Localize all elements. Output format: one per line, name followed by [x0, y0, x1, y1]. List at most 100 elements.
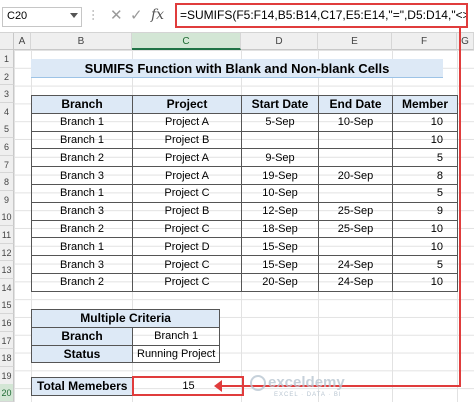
table-cell[interactable]: 20-Sep — [241, 272, 319, 292]
row-header-16[interactable]: 16 — [0, 314, 14, 332]
table-cell[interactable]: 24-Sep — [318, 255, 393, 274]
table-cell[interactable]: Project A — [132, 112, 242, 132]
column-header-e[interactable]: E — [318, 33, 392, 50]
table-cell[interactable]: Branch 1 — [31, 112, 133, 132]
table-cell[interactable]: 10 — [392, 112, 458, 132]
table-cell[interactable]: 9-Sep — [241, 148, 319, 168]
table-cell[interactable]: 8 — [392, 166, 458, 185]
row-header-12[interactable]: 12 — [0, 243, 14, 262]
row-header-4[interactable]: 4 — [0, 102, 14, 121]
column-header-c[interactable]: C — [132, 33, 241, 50]
table-cell[interactable]: 18-Sep — [241, 219, 319, 239]
table-cell[interactable]: Branch 3 — [31, 255, 133, 274]
row-header-13[interactable]: 13 — [0, 261, 14, 279]
table-cell[interactable]: Branch 1 — [31, 183, 133, 203]
table-cell[interactable] — [318, 183, 393, 203]
table-row: Branch 2 Project C 18-Sep 25-Sep 10 — [31, 219, 458, 239]
table-cell[interactable]: Project C — [132, 219, 242, 239]
enter-icon[interactable]: ✓ — [130, 6, 143, 24]
table-cell[interactable]: Project B — [132, 201, 242, 221]
watermark-tagline: EXCEL · DATA · BI — [274, 392, 342, 398]
table-cell[interactable]: 5 — [392, 148, 458, 168]
row-header-11[interactable]: 11 — [0, 226, 14, 244]
criteria-status-label[interactable]: Status — [31, 344, 133, 364]
table-cell[interactable]: Project D — [132, 237, 242, 257]
table-cell[interactable]: 25-Sep — [318, 201, 393, 221]
table-row: Branch 1 Project B 10 — [31, 130, 458, 150]
table-cell[interactable]: 10 — [392, 219, 458, 239]
table-cell[interactable]: 15-Sep — [241, 237, 319, 257]
name-box-dropdown-icon[interactable] — [70, 13, 78, 18]
row-header-6[interactable]: 6 — [0, 138, 14, 156]
row-header-1[interactable]: 1 — [0, 50, 14, 68]
column-header-d[interactable]: D — [241, 33, 318, 50]
criteria-branch-value[interactable]: Branch 1 — [131, 326, 221, 346]
table-cell[interactable]: Branch 2 — [31, 148, 133, 168]
table-cell[interactable]: Branch 3 — [31, 166, 133, 185]
header-start-date[interactable]: Start Date — [241, 95, 319, 114]
table-cell[interactable]: Project A — [132, 148, 242, 168]
header-branch[interactable]: Branch — [31, 95, 133, 114]
table-cell[interactable]: 25-Sep — [318, 219, 393, 239]
table-cell[interactable]: Project B — [132, 130, 242, 150]
table-cell[interactable]: 9 — [392, 201, 458, 221]
table-cell[interactable] — [241, 130, 319, 150]
table-cell[interactable]: 10-Sep — [318, 112, 393, 132]
table-cell[interactable] — [318, 237, 393, 257]
row-header-8[interactable]: 8 — [0, 173, 14, 191]
header-project[interactable]: Project — [132, 95, 242, 114]
row-header-7[interactable]: 7 — [0, 155, 14, 174]
row-header-10[interactable]: 10 — [0, 208, 14, 227]
cancel-icon[interactable]: ✕ — [110, 6, 123, 24]
table-cell[interactable]: Branch 1 — [31, 237, 133, 257]
table-cell[interactable]: Project C — [132, 255, 242, 274]
table-cell[interactable]: 19-Sep — [241, 166, 319, 185]
table-cell[interactable]: Project C — [132, 183, 242, 203]
formula-input[interactable]: =SUMIFS(F5:F14,B5:B14,C17,E5:E14,"=",D5:… — [175, 3, 468, 28]
header-member[interactable]: Member — [392, 95, 458, 114]
table-cell[interactable]: 10 — [392, 237, 458, 257]
row-header-5[interactable]: 5 — [0, 120, 14, 139]
total-label[interactable]: Total Memebers — [31, 376, 134, 396]
arrow-head-icon — [214, 380, 222, 392]
table-cell[interactable]: Branch 2 — [31, 272, 133, 292]
row-header-2[interactable]: 2 — [0, 67, 14, 86]
row-header-3[interactable]: 3 — [0, 85, 14, 103]
table-cell[interactable]: 10 — [392, 272, 458, 292]
table-cell[interactable]: 5-Sep — [241, 112, 319, 132]
header-end-date[interactable]: End Date — [318, 95, 393, 114]
formula-bar: C20 ··· ✕ ✓ fx =SUMIFS(F5:F14,B5:B14,C17… — [0, 0, 474, 33]
column-header-a[interactable]: A — [14, 33, 31, 50]
criteria-branch-label[interactable]: Branch — [31, 326, 133, 346]
table-cell[interactable]: Project C — [132, 272, 242, 292]
table-cell[interactable]: Branch 3 — [31, 201, 133, 221]
table-cell[interactable]: Branch 2 — [31, 219, 133, 239]
table-cell[interactable] — [318, 130, 393, 150]
table-cell[interactable]: Project A — [132, 166, 242, 185]
column-header-b[interactable]: B — [31, 33, 132, 50]
table-cell[interactable]: 10-Sep — [241, 183, 319, 203]
criteria-header[interactable]: Multiple Criteria — [30, 309, 221, 328]
column-header-f[interactable]: F — [392, 33, 457, 50]
row-header-15[interactable]: 15 — [0, 296, 14, 315]
select-all-corner[interactable] — [0, 33, 14, 50]
row-header-20[interactable]: 20 — [0, 384, 14, 402]
row-header-19[interactable]: 19 — [0, 366, 14, 385]
table-cell[interactable]: 20-Sep — [318, 166, 393, 185]
row-header-17[interactable]: 17 — [0, 331, 14, 350]
table-cell[interactable]: 5 — [392, 183, 458, 203]
table-cell[interactable]: 10 — [392, 130, 458, 150]
row-header-9[interactable]: 9 — [0, 190, 14, 209]
table-cell[interactable]: 12-Sep — [241, 201, 319, 221]
table-cell[interactable]: 24-Sep — [318, 272, 393, 292]
table-cell[interactable]: 5 — [392, 255, 458, 274]
table-cell[interactable] — [318, 148, 393, 168]
row-header-18[interactable]: 18 — [0, 349, 14, 367]
criteria-table: Multiple Criteria Branch Branch 1 Status… — [30, 309, 221, 364]
criteria-status-value[interactable]: Running Project — [131, 344, 221, 364]
row-header-14[interactable]: 14 — [0, 278, 14, 297]
table-cell[interactable]: Branch 1 — [31, 130, 133, 150]
table-cell[interactable]: 15-Sep — [241, 255, 319, 274]
insert-function-icon[interactable]: fx — [151, 7, 164, 23]
more-options-icon[interactable]: ··· — [87, 9, 101, 21]
